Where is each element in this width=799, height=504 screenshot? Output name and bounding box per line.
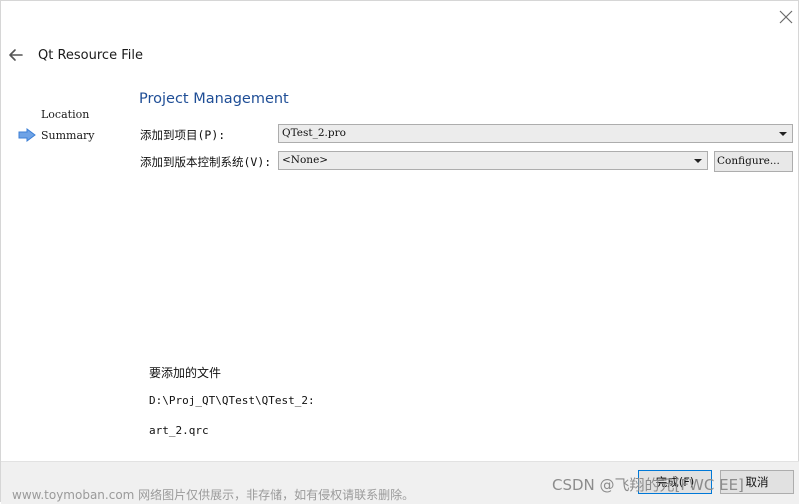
- add-to-project-combobox[interactable]: QTest_2.pro: [278, 124, 793, 143]
- right-arrow-icon: [18, 128, 36, 142]
- chevron-down-icon: [694, 159, 702, 163]
- add-to-vcs-label: 添加到版本控制系统(V):: [140, 155, 272, 169]
- add-to-vcs-value: <None>: [282, 154, 329, 166]
- configure-button[interactable]: Configure...: [714, 151, 793, 172]
- files-to-add-title: 要添加的文件: [149, 366, 222, 380]
- back-arrow-icon[interactable]: [7, 46, 25, 64]
- dialog-title: Qt Resource File: [38, 48, 143, 63]
- watermark-right: CSDN @飞翔的元[FWC EE]: [552, 476, 744, 494]
- close-icon[interactable]: [777, 8, 795, 26]
- add-to-project-value: QTest_2.pro: [282, 127, 346, 139]
- wizard-dialog: Qt Resource File Location Summary Projec…: [0, 0, 799, 504]
- step-location: Location: [41, 108, 90, 121]
- add-to-project-label: 添加到项目(P):: [140, 128, 226, 142]
- page-heading: Project Management: [139, 91, 289, 107]
- add-to-vcs-combobox[interactable]: <None>: [278, 151, 708, 170]
- files-path: D:\Proj_QT\QTest\QTest_2:: [149, 394, 315, 407]
- watermark-left: www.toymoban.com 网络图片仅供展示，非存储，如有侵权请联系删除。: [12, 488, 415, 502]
- file-item: art_2.qrc: [149, 424, 209, 437]
- step-summary: Summary: [41, 129, 95, 142]
- chevron-down-icon: [779, 132, 787, 136]
